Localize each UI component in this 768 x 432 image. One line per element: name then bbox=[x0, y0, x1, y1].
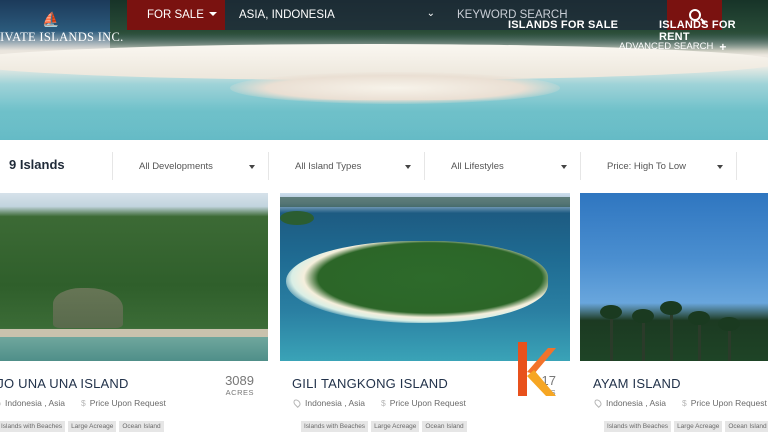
listing-price: Price Upon Request bbox=[89, 398, 166, 408]
sort-select[interactable]: Price: High To Low bbox=[580, 152, 735, 180]
sort-select-value: Price: High To Low bbox=[607, 160, 687, 172]
site-logo[interactable]: ⛵ IVATE ISLANDS INC. bbox=[0, 11, 123, 46]
watermark-logo-icon bbox=[518, 342, 556, 396]
tag[interactable]: Ocean Island bbox=[422, 421, 467, 432]
dollar-icon: $ bbox=[81, 398, 86, 408]
map-pin-icon bbox=[0, 398, 2, 408]
nav-islands-for-rent[interactable]: ISLANDS FOR RENT bbox=[659, 19, 768, 43]
filter-bar: 9 Islands All Developments All Island Ty… bbox=[0, 140, 768, 192]
lifestyles-filter[interactable]: All Lifestyles bbox=[424, 152, 579, 180]
tag[interactable]: Large Acreage bbox=[371, 421, 420, 432]
caret-down-icon bbox=[717, 165, 723, 169]
tag[interactable]: Ocean Island bbox=[119, 421, 164, 432]
island-types-filter[interactable]: All Island Types bbox=[268, 152, 423, 180]
tag[interactable]: Islands with Beaches bbox=[301, 421, 369, 432]
listing-location: Indonesia , Asia bbox=[606, 398, 667, 408]
listing-photo[interactable] bbox=[580, 193, 768, 361]
listing-title[interactable]: OJO UNA UNA ISLAND bbox=[0, 376, 129, 391]
listing-location: Indonesia , Asia bbox=[305, 398, 366, 408]
listing-tags: Islands with Beaches Large Acreage Ocean… bbox=[604, 421, 768, 432]
tag[interactable]: Islands with Beaches bbox=[604, 421, 672, 432]
chevron-down-icon: ⌄ bbox=[426, 8, 435, 19]
listing-meta: Indonesia , Asia $ Price Upon Request bbox=[292, 398, 466, 408]
location-value: ASIA, INDONESIA bbox=[239, 9, 335, 21]
listing-title[interactable]: GILI TANGKONG ISLAND bbox=[292, 376, 448, 391]
listing-mode-select[interactable]: FOR SALE bbox=[127, 0, 225, 30]
listing-location: Indonesia , Asia bbox=[5, 398, 66, 408]
tag[interactable]: Ocean Island bbox=[725, 421, 768, 432]
listing-title[interactable]: AYAM ISLAND bbox=[593, 376, 681, 391]
map-pin-icon bbox=[593, 398, 603, 408]
caret-down-icon bbox=[209, 12, 217, 16]
tag[interactable]: Large Acreage bbox=[674, 421, 723, 432]
developments-filter-value: All Developments bbox=[139, 160, 213, 172]
map-pin-icon bbox=[292, 398, 302, 408]
lifestyles-filter-value: All Lifestyles bbox=[451, 160, 504, 172]
listing-meta: Indonesia , Asia $ Price Upon Request bbox=[593, 398, 767, 408]
view-toggle[interactable] bbox=[736, 152, 768, 180]
listing-card[interactable]: OJO UNA UNA ISLAND 3089 ACRES Indonesia … bbox=[0, 193, 268, 432]
plus-icon: + bbox=[719, 39, 727, 54]
logo-text: IVATE ISLANDS INC. bbox=[0, 30, 124, 44]
tag[interactable]: Islands with Beaches bbox=[0, 421, 66, 432]
caret-down-icon bbox=[405, 165, 411, 169]
listing-price: Price Upon Request bbox=[389, 398, 466, 408]
dollar-icon: $ bbox=[682, 398, 687, 408]
listing-price: Price Upon Request bbox=[690, 398, 767, 408]
results-count: 9 Islands bbox=[9, 157, 65, 172]
caret-down-icon bbox=[249, 165, 255, 169]
island-types-filter-value: All Island Types bbox=[295, 160, 362, 172]
listing-tags: Islands with Beaches Large Acreage Ocean… bbox=[0, 421, 164, 432]
location-select[interactable]: ASIA, INDONESIA ⌄ bbox=[225, 0, 445, 30]
nav-islands-for-sale[interactable]: ISLANDS FOR SALE bbox=[508, 19, 618, 31]
listing-photo[interactable] bbox=[0, 193, 268, 361]
acreage-unit: ACRES bbox=[225, 388, 254, 397]
caret-down-icon bbox=[561, 165, 567, 169]
listing-mode-label: FOR SALE bbox=[147, 9, 204, 21]
advanced-search-link[interactable]: ADVANCED SEARCH + bbox=[619, 39, 727, 54]
dollar-icon: $ bbox=[381, 398, 386, 408]
listing-acreage: 3089 ACRES bbox=[225, 373, 254, 397]
page: ⛵ IVATE ISLANDS INC. FOR SALE ASIA, INDO… bbox=[0, 0, 768, 432]
developments-filter[interactable]: All Developments bbox=[112, 152, 267, 180]
advanced-search-label: ADVANCED SEARCH bbox=[619, 41, 714, 52]
ship-icon: ⛵ bbox=[42, 11, 60, 27]
listing-photo[interactable] bbox=[280, 193, 570, 361]
listing-meta: Indonesia , Asia $ Price Upon Request bbox=[0, 398, 166, 408]
listing-card[interactable]: AYAM ISLAND Indonesia , Asia $ Price Upo… bbox=[580, 193, 768, 432]
hero-banner: ⛵ IVATE ISLANDS INC. FOR SALE ASIA, INDO… bbox=[0, 0, 768, 140]
tag[interactable]: Large Acreage bbox=[68, 421, 117, 432]
listing-tags: Islands with Beaches Large Acreage Ocean… bbox=[301, 421, 467, 432]
acreage-value: 3089 bbox=[225, 373, 254, 388]
